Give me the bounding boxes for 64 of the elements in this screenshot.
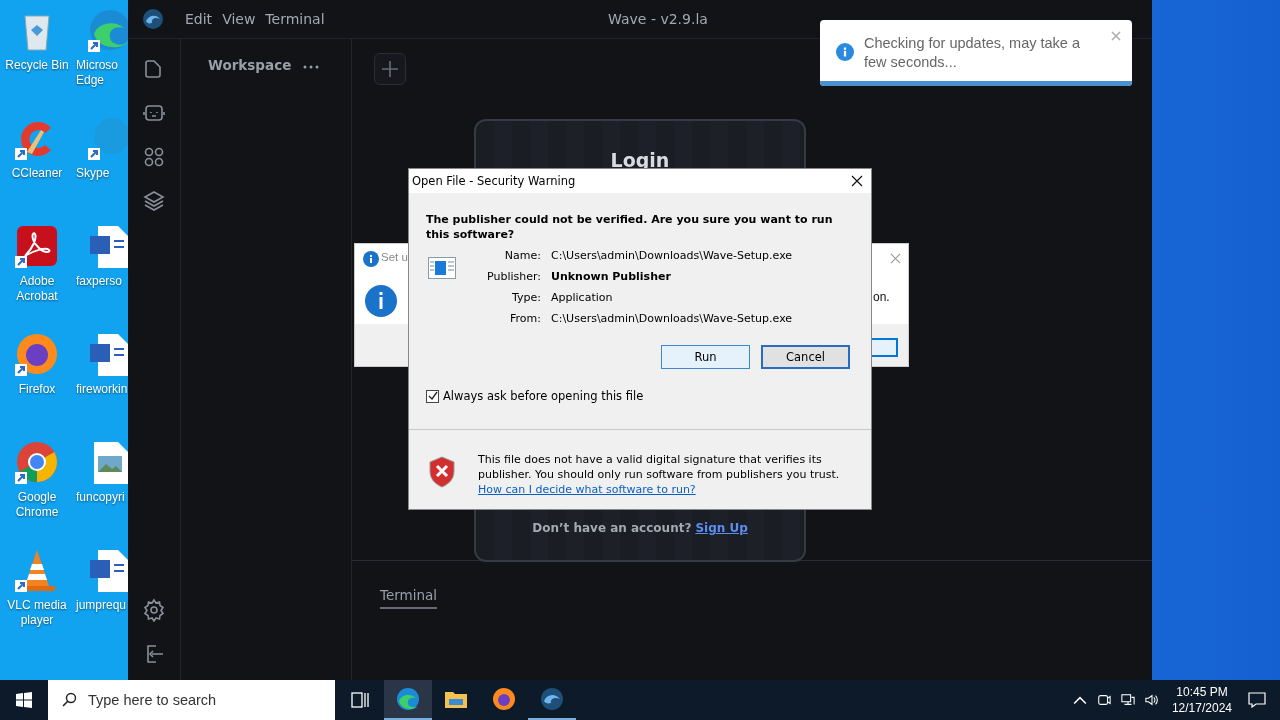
- signup-link[interactable]: Sign Up: [695, 521, 748, 535]
- signup-prompt: Don’t have an account?: [532, 521, 692, 535]
- toast-message: Checking for updates, may take a few seconds...: [864, 34, 1081, 72]
- field-label: Publisher:: [486, 270, 541, 283]
- icon-label: funcopyri: [76, 490, 125, 505]
- windows-start-icon[interactable]: [16, 692, 32, 708]
- icon-label: CCleaner: [11, 166, 63, 181]
- edge-taskbar-button[interactable]: [384, 680, 432, 720]
- workspace-title: Workspace: [208, 57, 292, 73]
- wave-icon: [540, 687, 564, 711]
- edge-icon: [396, 687, 420, 711]
- info-icon: [836, 43, 854, 61]
- menu-item[interactable]: Terminal: [265, 11, 325, 27]
- dialog-message: on.: [873, 290, 890, 304]
- notification-icon[interactable]: [1248, 692, 1266, 708]
- shield-error-icon: [428, 456, 456, 488]
- wave-logo-icon: [141, 7, 165, 31]
- icon-label: fireworkin: [76, 382, 128, 397]
- application-icon: [428, 257, 456, 279]
- field-value: C:\Users\admin\Downloads\Wave-Setup.exe: [551, 249, 793, 262]
- add-button[interactable]: [374, 53, 406, 85]
- icon-label: VLC media player: [6, 598, 68, 628]
- icon-label: jumprequ: [76, 598, 127, 613]
- firefox-icon: [492, 687, 516, 711]
- icon-label: Adobe Acrobat: [15, 274, 59, 304]
- clock-time[interactable]: 10:45 PM: [1176, 684, 1228, 700]
- volume-icon[interactable]: [1144, 693, 1159, 707]
- window-title: Wave - v2.9.la: [608, 11, 708, 27]
- field-value: C:\Users\admin\Downloads\Wave-Setup.exe: [551, 312, 793, 325]
- warning-question: The publisher could not be verified. Are you sure you want to run this software?: [426, 212, 834, 242]
- apps-icon[interactable]: [142, 145, 166, 169]
- icon-label: faxperso: [76, 274, 123, 289]
- icon-label: Firefox: [18, 382, 56, 397]
- settings-icon[interactable]: [142, 598, 166, 622]
- plus-icon: [380, 59, 400, 79]
- checkbox-label: Always ask before opening this file: [443, 389, 644, 403]
- run-button[interactable]: Run: [661, 345, 750, 369]
- field-value: Application: [551, 291, 614, 304]
- cancel-button[interactable]: Cancel: [761, 345, 850, 369]
- search-field[interactable]: Type here to search: [48, 680, 335, 720]
- icon-label: Google Chrome: [14, 490, 60, 520]
- warning-text: This file does not have a valid digital signature that verifies its publisher. You should only run software from publishers you trust.: [478, 452, 841, 482]
- close-icon[interactable]: [851, 175, 863, 187]
- info-icon: [365, 285, 397, 317]
- dialog-title: Set u: [381, 251, 408, 263]
- layers-icon[interactable]: [142, 189, 166, 213]
- menu-item[interactable]: View: [222, 11, 256, 27]
- clock-date[interactable]: 12/17/2024: [1171, 700, 1232, 716]
- icon-label: Skype: [76, 166, 110, 181]
- icon-label: Recycle Bin: [5, 58, 69, 73]
- help-link[interactable]: How can I decide what software to run?: [478, 482, 850, 497]
- field-value: Unknown Publisher: [551, 270, 672, 283]
- more-icon[interactable]: [303, 65, 320, 69]
- field-label: Type:: [511, 291, 541, 304]
- info-icon: [363, 251, 379, 267]
- dialog-title: Open File - Security Warning: [412, 174, 576, 188]
- field-label: From:: [509, 312, 541, 325]
- menu-item[interactable]: Edit: [185, 11, 213, 27]
- field-label: Name:: [503, 249, 541, 262]
- terminal-tab[interactable]: Terminal: [380, 587, 438, 609]
- icon-label: Microso Edge: [76, 58, 119, 88]
- checkbox[interactable]: [426, 389, 439, 403]
- task-view-icon[interactable]: [351, 692, 369, 708]
- network-icon[interactable]: [1120, 693, 1135, 707]
